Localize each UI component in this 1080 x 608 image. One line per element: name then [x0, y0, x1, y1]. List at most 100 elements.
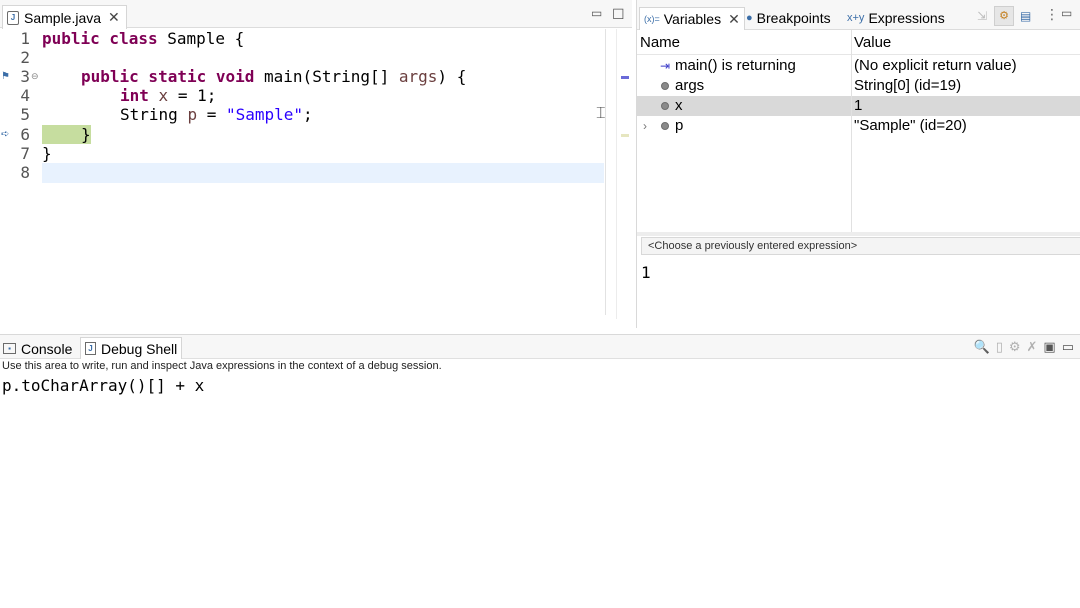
variable-name: x — [675, 97, 683, 114]
tab-label: Console — [21, 340, 73, 357]
line-number: 4 — [20, 86, 30, 105]
variables-icon: (x)= — [644, 14, 660, 24]
maximize-icon[interactable]: ☐ — [612, 6, 625, 23]
tab-label: Breakpoints — [756, 10, 831, 26]
tab-label: Debug Shell — [101, 340, 178, 357]
java-file-icon: J — [7, 10, 19, 25]
close-icon[interactable]: ✕ — [728, 11, 740, 28]
line-number: 2 — [20, 48, 30, 67]
detail-pane-sash[interactable] — [637, 232, 1080, 236]
keyword: public static void — [81, 67, 255, 86]
column-header-name[interactable]: Name — [640, 32, 680, 54]
code-text: ) { — [437, 67, 467, 86]
variable-row[interactable]: args String[0] (id=19) — [637, 76, 1080, 96]
variable-row[interactable]: › p "Sample" (id=20) — [637, 116, 1080, 136]
bottom-tab-bar: ▪ Console J Debug Shell 🔍 ▯ ⚙ ✗ ▣ ▭ — [0, 335, 1080, 359]
variables-tab-bar: (x)= Variables ✕ ● Breakpoints x+y Expre… — [637, 0, 1080, 30]
debug-marker[interactable] — [621, 134, 629, 137]
line-number: 1 — [20, 29, 30, 48]
code-text: Sample { — [157, 29, 245, 48]
code-line-4: int x = 1; — [120, 86, 216, 106]
console-toolbar: 🔍 ▯ ⚙ ✗ ▣ ▭ — [974, 339, 1075, 355]
variable-row[interactable]: ⇥ main() is returning (No explicit retur… — [637, 56, 1080, 76]
tab-label: Expressions — [868, 10, 945, 26]
console-icon: ▪ — [3, 343, 16, 354]
variable-row-selected[interactable]: x 1 — [637, 96, 1080, 116]
variable-name: p — [675, 117, 684, 134]
tab-console[interactable]: ▪ Console — [3, 338, 72, 359]
line-number: 7 — [20, 144, 30, 163]
debug-shell-hint: Use this area to write, run and inspect … — [2, 360, 442, 372]
tab-debug-shell[interactable]: J Debug Shell — [80, 337, 183, 359]
code-text: = 1; — [168, 86, 217, 105]
column-separator[interactable] — [851, 30, 852, 232]
debug-shell-icon: J — [85, 342, 96, 355]
line-number: 3 — [20, 67, 30, 86]
clear-icon[interactable]: ✗ — [1027, 339, 1038, 355]
code-text: ; — [303, 105, 313, 124]
code-text: String — [120, 105, 188, 124]
line-number-gutter[interactable]: 1 2 3 4 5 6 7 8 ⚑ ⊖ ➪ — [0, 29, 40, 319]
tab-expressions[interactable]: x+y Expressions — [847, 8, 945, 28]
execute-icon[interactable]: ⚙ — [1009, 339, 1021, 355]
code-line-5: String p = "Sample"; — [120, 105, 313, 125]
tab-label: Sample.java — [24, 9, 102, 26]
variable-value: String[0] (id=19) — [854, 77, 962, 94]
code-text: = — [197, 105, 226, 124]
editor-scrollbar[interactable] — [605, 29, 606, 315]
line-number: 5 — [20, 105, 30, 124]
overview-ruler[interactable] — [616, 29, 632, 319]
bottom-pane: ▪ Console J Debug Shell 🔍 ▯ ⚙ ✗ ▣ ▭ Use … — [0, 334, 1080, 608]
line-number: 8 — [20, 163, 30, 182]
local-variable: p — [187, 105, 198, 124]
variables-pane: (x)= Variables ✕ ● Breakpoints x+y Expre… — [636, 0, 1080, 328]
pin-console-icon[interactable]: ▣ — [1043, 339, 1055, 355]
keyword: int — [120, 86, 149, 105]
code-line-3: public static void main(String[] args) { — [81, 67, 466, 87]
variable-value: (No explicit return value) — [854, 57, 1017, 74]
column-header-value[interactable]: Value — [854, 32, 891, 54]
code-line-1: public class Sample { — [42, 29, 244, 49]
detail-result[interactable]: 1 — [641, 263, 651, 282]
expressions-icon: x+y — [847, 12, 865, 24]
show-type-names-icon[interactable]: ⚙ — [994, 6, 1014, 26]
string-literal: "Sample" — [225, 105, 304, 124]
local-variable-icon — [661, 122, 669, 130]
breakpoints-icon: ● — [746, 12, 753, 24]
keyword: public class — [42, 29, 158, 48]
debug-marker-icon: ⚑ — [1, 71, 10, 82]
local-variable-icon — [661, 102, 669, 110]
occurrence-marker[interactable] — [621, 76, 629, 79]
code-area[interactable]: public class Sample { public static void… — [42, 29, 604, 319]
tab-label: Variables — [663, 11, 722, 27]
debug-shell-input[interactable]: p.toCharArray()[] + x — [2, 376, 204, 395]
editor-pane: J Sample.java ✕ ▭ ☐ 1 2 3 4 5 6 7 8 ⚑ ⊖ … — [0, 0, 632, 328]
parameter: args — [398, 67, 438, 86]
variable-name: main() is returning — [675, 57, 796, 74]
local-variable: x — [158, 86, 169, 105]
tab-breakpoints[interactable]: ● Breakpoints — [746, 8, 831, 28]
minimize-icon[interactable]: ▭ — [591, 6, 602, 20]
variable-name: args — [675, 77, 705, 94]
expression-history-combo[interactable]: <Choose a previously entered expression> — [641, 237, 1080, 255]
minimize-icon[interactable]: ▭ — [1061, 6, 1072, 20]
inspect-icon[interactable]: 🔍 — [974, 339, 990, 355]
close-icon[interactable]: ✕ — [108, 9, 120, 26]
layout-icon[interactable]: ▤ — [1020, 9, 1031, 23]
expand-chevron-icon[interactable]: › — [643, 116, 647, 136]
collapse-all-icon[interactable]: ⇲ — [977, 9, 987, 23]
variable-value: 1 — [854, 97, 863, 114]
code-line-6: } — [81, 125, 91, 144]
tab-sample-java[interactable]: J Sample.java ✕ — [2, 5, 127, 29]
tab-variables[interactable]: (x)= Variables ✕ — [639, 7, 745, 30]
local-variable-icon — [661, 82, 669, 90]
view-menu-icon[interactable]: ⋮ — [1045, 6, 1059, 23]
fold-toggle-icon[interactable]: ⊖ — [31, 71, 39, 82]
display-icon[interactable]: ▯ — [996, 339, 1003, 355]
instruction-pointer-icon: ➪ — [1, 129, 10, 140]
header-divider — [637, 54, 1080, 55]
line-number: 6 — [20, 125, 30, 144]
minimize-icon[interactable]: ▭ — [1062, 339, 1074, 355]
variable-value: "Sample" (id=20) — [854, 117, 967, 134]
